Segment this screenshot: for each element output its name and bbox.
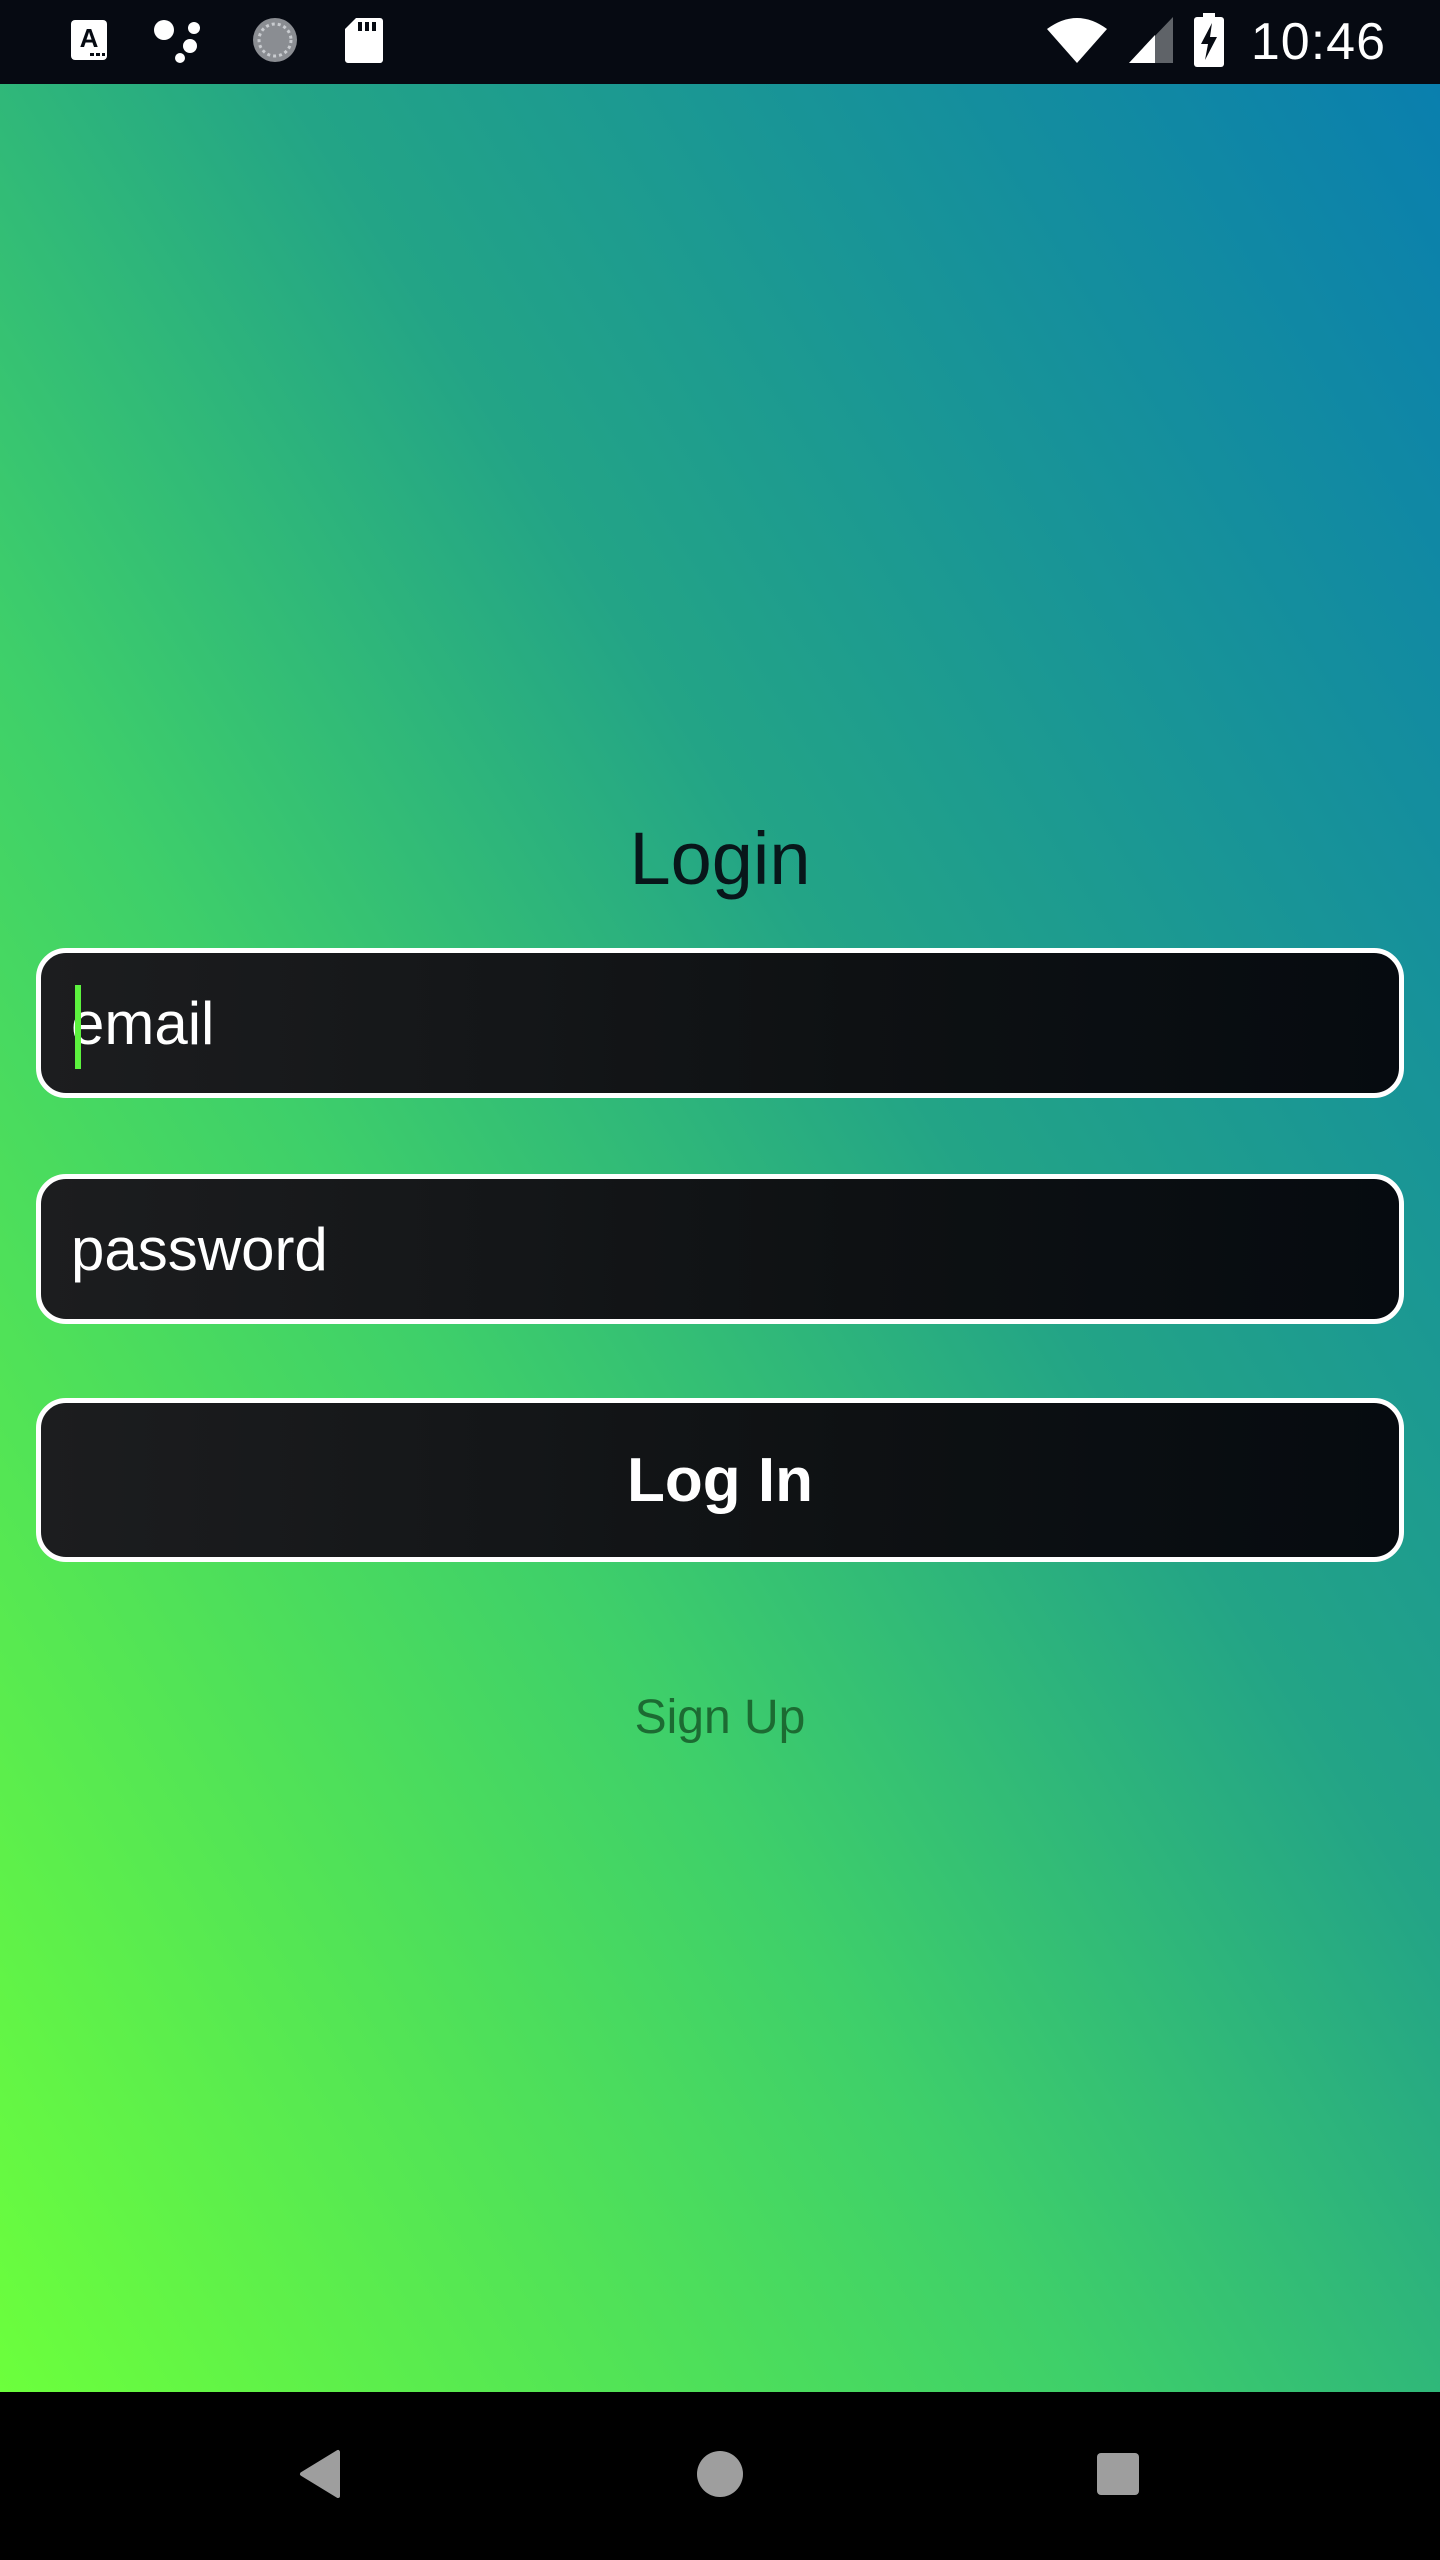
assistant-dots-icon	[152, 16, 206, 69]
home-icon	[696, 2450, 744, 2503]
battery-charging-icon	[1193, 12, 1225, 72]
page-title: Login	[629, 817, 811, 900]
home-button[interactable]	[682, 2438, 758, 2514]
back-icon	[298, 2449, 342, 2504]
status-notification-icons: A	[70, 16, 384, 68]
status-clock: 10:46	[1250, 13, 1386, 71]
font-a-icon: A	[70, 19, 108, 66]
password-input[interactable]	[71, 1214, 1399, 1284]
back-button[interactable]	[282, 2438, 358, 2514]
recents-icon	[1096, 2452, 1140, 2501]
signal-icon	[1127, 15, 1175, 70]
navigation-bar	[0, 2392, 1440, 2560]
email-input[interactable]	[71, 988, 1399, 1058]
signup-link[interactable]: Sign Up	[0, 1690, 1440, 1745]
text-caret	[75, 985, 81, 1069]
password-field-container[interactable]	[36, 1174, 1404, 1324]
recents-button[interactable]	[1080, 2438, 1156, 2514]
status-system-icons: 10:46	[1045, 12, 1386, 72]
status-bar: A 10:46	[0, 0, 1440, 84]
sync-circle-icon	[250, 15, 300, 70]
login-screen: Login Log In Sign Up	[0, 84, 1440, 2392]
login-button[interactable]: Log In	[36, 1398, 1404, 1562]
sd-card-icon	[344, 16, 384, 69]
email-field-container[interactable]	[36, 948, 1404, 1098]
svg-text:A: A	[80, 23, 99, 53]
wifi-icon	[1045, 15, 1109, 70]
